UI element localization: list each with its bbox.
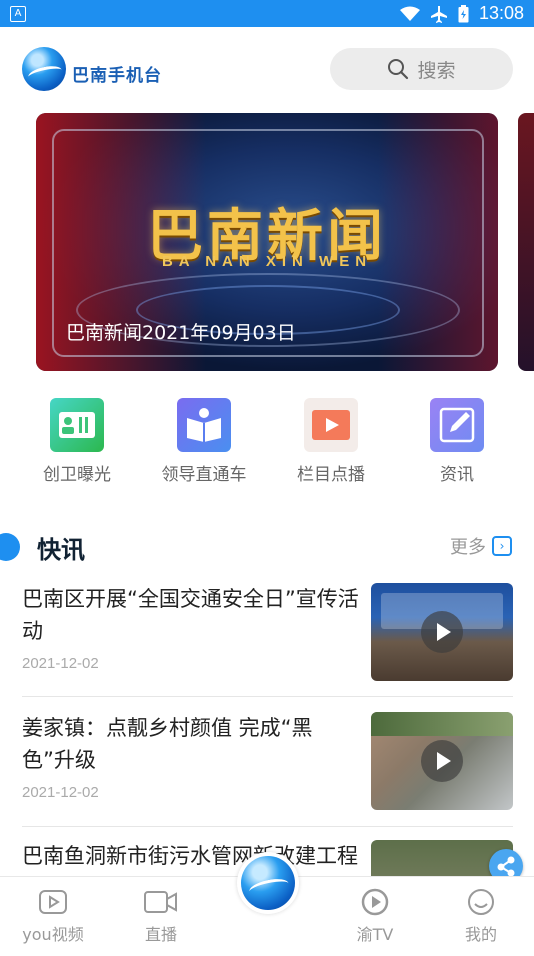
- divider: [22, 826, 513, 827]
- camera-icon: [144, 891, 177, 913]
- tab-label: 直播: [144, 925, 177, 944]
- flash-news-header: 快讯 更多 ›: [0, 530, 534, 564]
- section-accent: [0, 533, 20, 561]
- section-title: 快讯: [37, 536, 85, 564]
- search-label: 搜索: [417, 59, 456, 82]
- divider: [22, 696, 513, 697]
- news-title: 巴南区开展“全国交通安全日”宣传活动: [22, 587, 359, 643]
- status-time: 13:08: [478, 3, 524, 23]
- play-icon: [304, 398, 358, 452]
- banner-subtitle: BA NAN XIN WEN: [161, 253, 373, 270]
- tab-yu-tv[interactable]: 渝TV: [330, 887, 420, 945]
- tab-you-video[interactable]: you视频: [8, 887, 98, 945]
- tv-play-icon: [361, 888, 389, 916]
- banner-slide[interactable]: 巴南新闻 BA NAN XIN WEN 巴南新闻2021年09月03日: [36, 113, 498, 371]
- news-date: 2021-12-02: [22, 784, 99, 801]
- chevron-right-icon: ›: [492, 536, 512, 556]
- smile-icon: [468, 889, 494, 915]
- tab-live[interactable]: 直播: [116, 887, 206, 945]
- news-item[interactable]: 姜家镇：点靓乡村颜值 完成“黑色”升级 2021-12-02: [22, 712, 513, 828]
- app-logo: [22, 47, 66, 91]
- news-thumbnail: [371, 583, 513, 681]
- play-icon: [421, 611, 463, 653]
- app-header: 巴南手机台 搜索: [0, 27, 534, 111]
- quick-link-programs[interactable]: 栏目点播: [266, 398, 396, 485]
- banner-caption: 巴南新闻2021年09月03日: [66, 322, 296, 344]
- quick-link-label: 创卫曝光: [43, 465, 111, 485]
- news-date: 2021-12-02: [22, 655, 99, 672]
- battery-icon: [458, 4, 469, 22]
- search-icon: [388, 59, 409, 80]
- quick-link-news[interactable]: 资讯: [392, 398, 522, 485]
- tab-label: 我的: [464, 925, 497, 944]
- news-thumbnail: [371, 712, 513, 810]
- next-banner-slide[interactable]: [518, 113, 534, 371]
- quick-link-label: 栏目点播: [297, 465, 365, 485]
- home-center-button[interactable]: [237, 852, 299, 914]
- status-bar: A 13:08: [0, 0, 534, 27]
- tab-mine[interactable]: 我的: [436, 887, 526, 945]
- more-link[interactable]: 更多 ›: [450, 533, 512, 559]
- globe-logo-icon: [241, 856, 295, 910]
- edit-icon: [430, 398, 484, 452]
- quick-links: 创卫曝光 领导直通车 栏目点播 资讯: [0, 398, 534, 488]
- wifi-icon: [399, 6, 420, 21]
- quick-link-chuangwei[interactable]: 创卫曝光: [12, 398, 142, 485]
- more-label: 更多: [450, 537, 486, 558]
- quick-link-label: 领导直通车: [161, 465, 247, 485]
- airplane-mode-icon: [430, 5, 447, 23]
- brand-name: 巴南手机台: [72, 66, 162, 86]
- quick-link-leader[interactable]: 领导直通车: [139, 398, 269, 485]
- news-title: 姜家镇：点靓乡村颜值 完成“黑色”升级: [22, 716, 313, 772]
- tab-label: 渝TV: [356, 925, 394, 944]
- id-card-icon: [50, 398, 104, 452]
- video-play-icon: [39, 890, 67, 914]
- news-item[interactable]: 巴南区开展“全国交通安全日”宣传活动 2021-12-02: [22, 583, 513, 699]
- play-icon: [421, 740, 463, 782]
- search-bar[interactable]: 搜索: [330, 48, 513, 90]
- quick-link-label: 资讯: [440, 465, 474, 485]
- book-user-icon: [177, 398, 231, 452]
- tab-label: you视频: [22, 925, 84, 944]
- app-notification-icon: A: [10, 6, 26, 22]
